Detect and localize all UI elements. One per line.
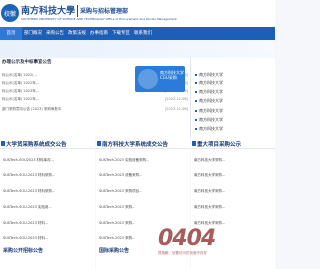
- list-item[interactable]: 南方科技大学采购...: [194, 187, 225, 195]
- nav-item-contact[interactable]: 联系我们: [132, 27, 154, 40]
- list-item[interactable]: SUSTech-2023 采购...: [99, 234, 135, 242]
- watermark-logo: 0404: [158, 226, 216, 251]
- section-bullet-icon: [97, 141, 101, 146]
- list-item[interactable]: SUSTech-SOU-2023 材料...: [3, 234, 48, 242]
- notice-row[interactable]: 部门采购意向公告 (2023) 采购审批中 [2023-12-06]: [2, 106, 188, 113]
- quick-link[interactable]: 南方科技大学: [195, 89, 274, 95]
- section-bullet-icon: [192, 141, 196, 146]
- section-title: 大学货采购系统成交公告: [6, 142, 67, 148]
- notice-title: 办理公示及中标事宜公告: [2, 60, 52, 65]
- logo-divider: [77, 5, 79, 17]
- section-header: 南方科技大学系统成交公告: [96, 138, 190, 149]
- list-item[interactable]: 南方科技大学采购...: [194, 156, 225, 164]
- promo-circle-icon: [138, 69, 158, 89]
- promo-text: 南方科技大学 CGU采购: [160, 70, 184, 80]
- section-title: 南方科技大学系统成交公告: [102, 142, 169, 148]
- section-header: 重大项目采购公示: [191, 138, 275, 149]
- list-item[interactable]: SUSTech-2023 采购...: [99, 219, 135, 227]
- nav-item-download[interactable]: 下载专区: [110, 27, 132, 40]
- nav-item-about[interactable]: 部门概况: [22, 27, 44, 40]
- list-item[interactable]: SUSTech-SOU2023 材料库存...: [3, 156, 54, 164]
- logo-cn-text: 南方科技大學 采购与招标管理部: [21, 5, 129, 17]
- list-item[interactable]: 南方科技大学采购...: [194, 171, 225, 179]
- quick-link[interactable]: 南方科技大学: [195, 126, 274, 132]
- site-logo[interactable]: 校徽 南方科技大學 采购与招标管理部 SOUTHERN UNIVERSITY OF…: [0, 2, 177, 24]
- nav-item-home[interactable]: 首页: [0, 27, 22, 40]
- section-title[interactable]: 采购公开招标公告: [3, 247, 43, 255]
- section-title[interactable]: 国际采购公告: [99, 247, 129, 255]
- watermark-caption: 很抱歉，您要访问的页面不存在: [158, 251, 207, 255]
- university-seal-icon: 校徽: [1, 4, 19, 22]
- list-item[interactable]: SUSTech-2023 采购...: [99, 203, 135, 211]
- page-header: 校徽 南方科技大學 采购与招标管理部 SOUTHERN UNIVERSITY OF…: [0, 0, 275, 27]
- section-header: 大学货采购系统成交公告: [0, 138, 95, 149]
- list-item[interactable]: SUSTech-2023 实验设备采购...: [99, 156, 149, 164]
- list-item[interactable]: SUSTech-2023 采购项目...: [99, 187, 142, 195]
- dept-name-cn: 采购与招标管理部: [80, 8, 129, 15]
- quick-links-panel: 南方科技大学 南方科技大学 南方科技大学 南方科技大学 南方科技大学 南方科技大…: [190, 58, 275, 138]
- nav-item-notices[interactable]: 采购公告: [44, 27, 66, 40]
- main-nav: 首页 部门概况 采购公告 政策法规 办事指南 下载专区 联系我们: [0, 27, 275, 40]
- section-title: 重大项目采购公示: [197, 142, 242, 148]
- list-item[interactable]: SUSTech-SOU-2023 材料采购...: [3, 187, 55, 195]
- nav-item-policy[interactable]: 政策法规: [66, 27, 88, 40]
- hero-banner: [0, 40, 275, 58]
- promo-card[interactable]: 南方科技大学 CGU采购: [135, 66, 185, 92]
- quick-link[interactable]: 南方科技大学: [195, 117, 274, 123]
- nav-item-guide[interactable]: 办事指南: [88, 27, 110, 40]
- logo-en-text: SOUTHERN UNIVERSITY OF SCIENCE AND TECHN…: [21, 17, 177, 21]
- list-item[interactable]: SUSTech-SOU-2023 实验用...: [3, 203, 52, 211]
- list-item[interactable]: SUSTech-2023 设备采购...: [99, 171, 142, 179]
- quick-link[interactable]: 南方科技大学: [195, 72, 274, 78]
- section-bullet-icon: [1, 141, 5, 146]
- list-item[interactable]: SUSTech-SOU-2023 材料...: [3, 219, 48, 227]
- list-item[interactable]: SUSTech-SOU-2023 材料采购...: [3, 171, 55, 179]
- list-item[interactable]: 南方科技大学采购...: [194, 203, 225, 211]
- dept-name-en: Office of Procurement and Tender Managem…: [105, 17, 177, 21]
- quick-link[interactable]: 南方科技大学: [195, 80, 274, 86]
- quick-link[interactable]: 南方科技大学: [195, 98, 274, 104]
- notice-row[interactable]: 标公示(名单) 2022年...[2023-12-06]: [2, 96, 188, 103]
- quick-link[interactable]: 南方科技大学: [195, 108, 274, 114]
